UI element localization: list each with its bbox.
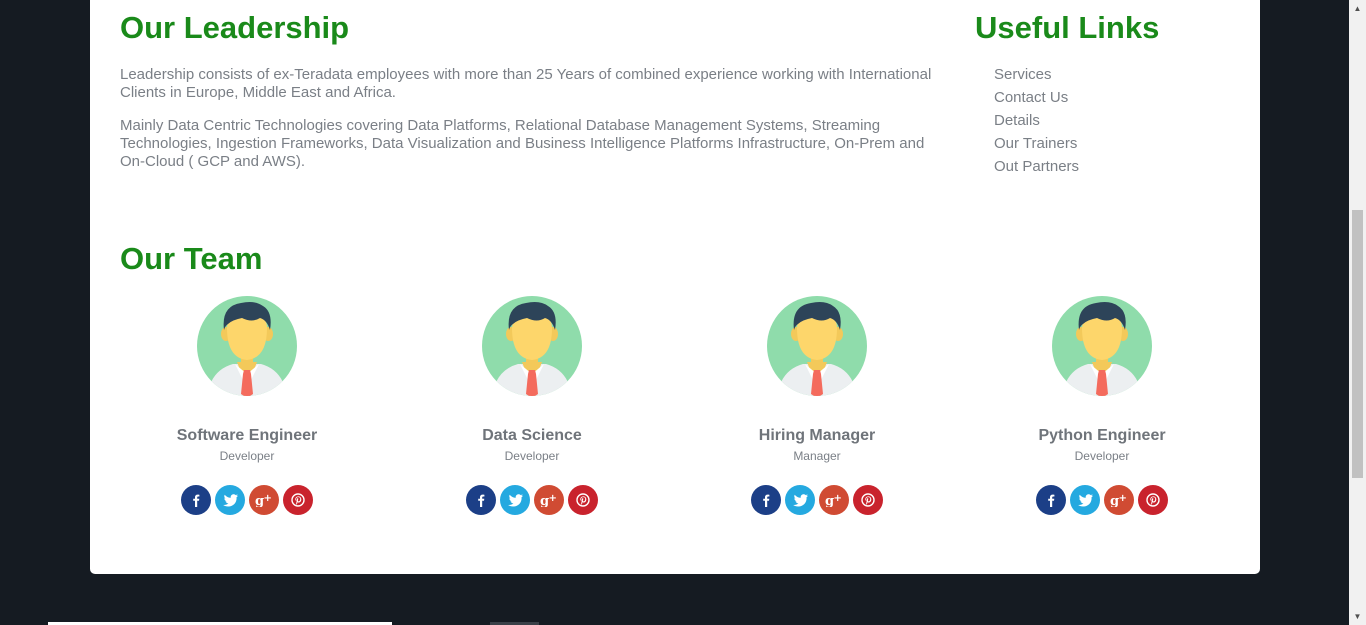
pinterest-button[interactable] — [1138, 485, 1168, 515]
google-plus-button[interactable]: g + — [534, 485, 564, 515]
social-links: g + — [137, 485, 357, 515]
useful-links-heading: Useful Links — [975, 10, 1160, 45]
google-plus-icon: g + — [1110, 493, 1128, 507]
social-links: g + — [992, 485, 1212, 515]
pinterest-icon — [1146, 493, 1160, 507]
facebook-icon — [474, 493, 488, 507]
team-member-title: Hiring Manager — [758, 427, 876, 444]
google-plus-icon: g + — [825, 493, 843, 507]
pinterest-icon — [576, 493, 590, 507]
team-member-card: Hiring Manager Manager g + — [707, 296, 927, 515]
link-our-trainers[interactable]: Our Trainers — [994, 134, 1079, 157]
link-out-partners[interactable]: Out Partners — [994, 157, 1079, 180]
vertical-scrollbar[interactable]: ▲ ▼ — [1349, 0, 1366, 625]
facebook-icon — [189, 493, 203, 507]
facebook-icon — [1044, 493, 1058, 507]
scroll-up-icon[interactable]: ▲ — [1349, 0, 1366, 17]
team-member-role: Developer — [1074, 449, 1130, 463]
svg-text:+: + — [834, 493, 842, 504]
pinterest-icon — [291, 493, 305, 507]
twitter-icon — [1077, 493, 1093, 507]
team-member-role: Manager — [793, 449, 841, 463]
page: Our Leadership Leadership consists of ex… — [0, 0, 1366, 625]
twitter-icon — [792, 493, 808, 507]
twitter-icon — [507, 493, 523, 507]
google-plus-button[interactable]: g + — [819, 485, 849, 515]
team-member-title: Python Engineer — [1038, 427, 1166, 444]
leadership-paragraph-2: Mainly Data Centric Technologies coverin… — [120, 117, 925, 170]
scroll-down-icon[interactable]: ▼ — [1349, 608, 1366, 625]
facebook-button[interactable] — [466, 485, 496, 515]
twitter-icon — [222, 493, 238, 507]
google-plus-icon: g + — [540, 493, 558, 507]
team-member-card: Software Engineer Developer g + — [137, 296, 357, 515]
svg-text:+: + — [1119, 493, 1127, 504]
avatar — [197, 296, 297, 396]
twitter-button[interactable] — [1070, 485, 1100, 515]
facebook-icon — [759, 493, 773, 507]
facebook-button[interactable] — [181, 485, 211, 515]
social-links: g + — [422, 485, 642, 515]
google-plus-icon: g + — [255, 493, 273, 507]
leadership-paragraph-1: Leadership consists of ex-Teradata emplo… — [120, 66, 932, 101]
pinterest-button[interactable] — [853, 485, 883, 515]
leadership-heading: Our Leadership — [120, 10, 350, 45]
facebook-button[interactable] — [1036, 485, 1066, 515]
team-member-title: Data Science — [482, 427, 582, 444]
link-services[interactable]: Services — [994, 65, 1079, 88]
google-plus-button[interactable]: g + — [1104, 485, 1134, 515]
pinterest-icon — [861, 493, 875, 507]
pinterest-button[interactable] — [568, 485, 598, 515]
twitter-button[interactable] — [500, 485, 530, 515]
pinterest-button[interactable] — [283, 485, 313, 515]
facebook-button[interactable] — [751, 485, 781, 515]
link-contact-us[interactable]: Contact Us — [994, 88, 1079, 111]
avatar — [482, 296, 582, 396]
link-details[interactable]: Details — [994, 111, 1079, 134]
twitter-button[interactable] — [215, 485, 245, 515]
scroll-thumb[interactable] — [1352, 210, 1363, 478]
svg-text:+: + — [549, 493, 557, 504]
team-member-role: Developer — [219, 449, 275, 463]
twitter-button[interactable] — [785, 485, 815, 515]
google-plus-button[interactable]: g + — [249, 485, 279, 515]
team-heading: Our Team — [120, 241, 263, 276]
team-member-title: Software Engineer — [176, 427, 318, 444]
avatar — [767, 296, 867, 396]
team-member-card: Python Engineer Developer g + — [992, 296, 1212, 515]
useful-links-list: Services Contact Us Details Our Trainers… — [994, 65, 1079, 180]
svg-text:+: + — [264, 493, 272, 504]
team-member-role: Developer — [504, 449, 560, 463]
team-member-card: Data Science Developer g + — [422, 296, 642, 515]
avatar — [1052, 296, 1152, 396]
content-card: Our Leadership Leadership consists of ex… — [90, 0, 1260, 574]
social-links: g + — [707, 485, 927, 515]
